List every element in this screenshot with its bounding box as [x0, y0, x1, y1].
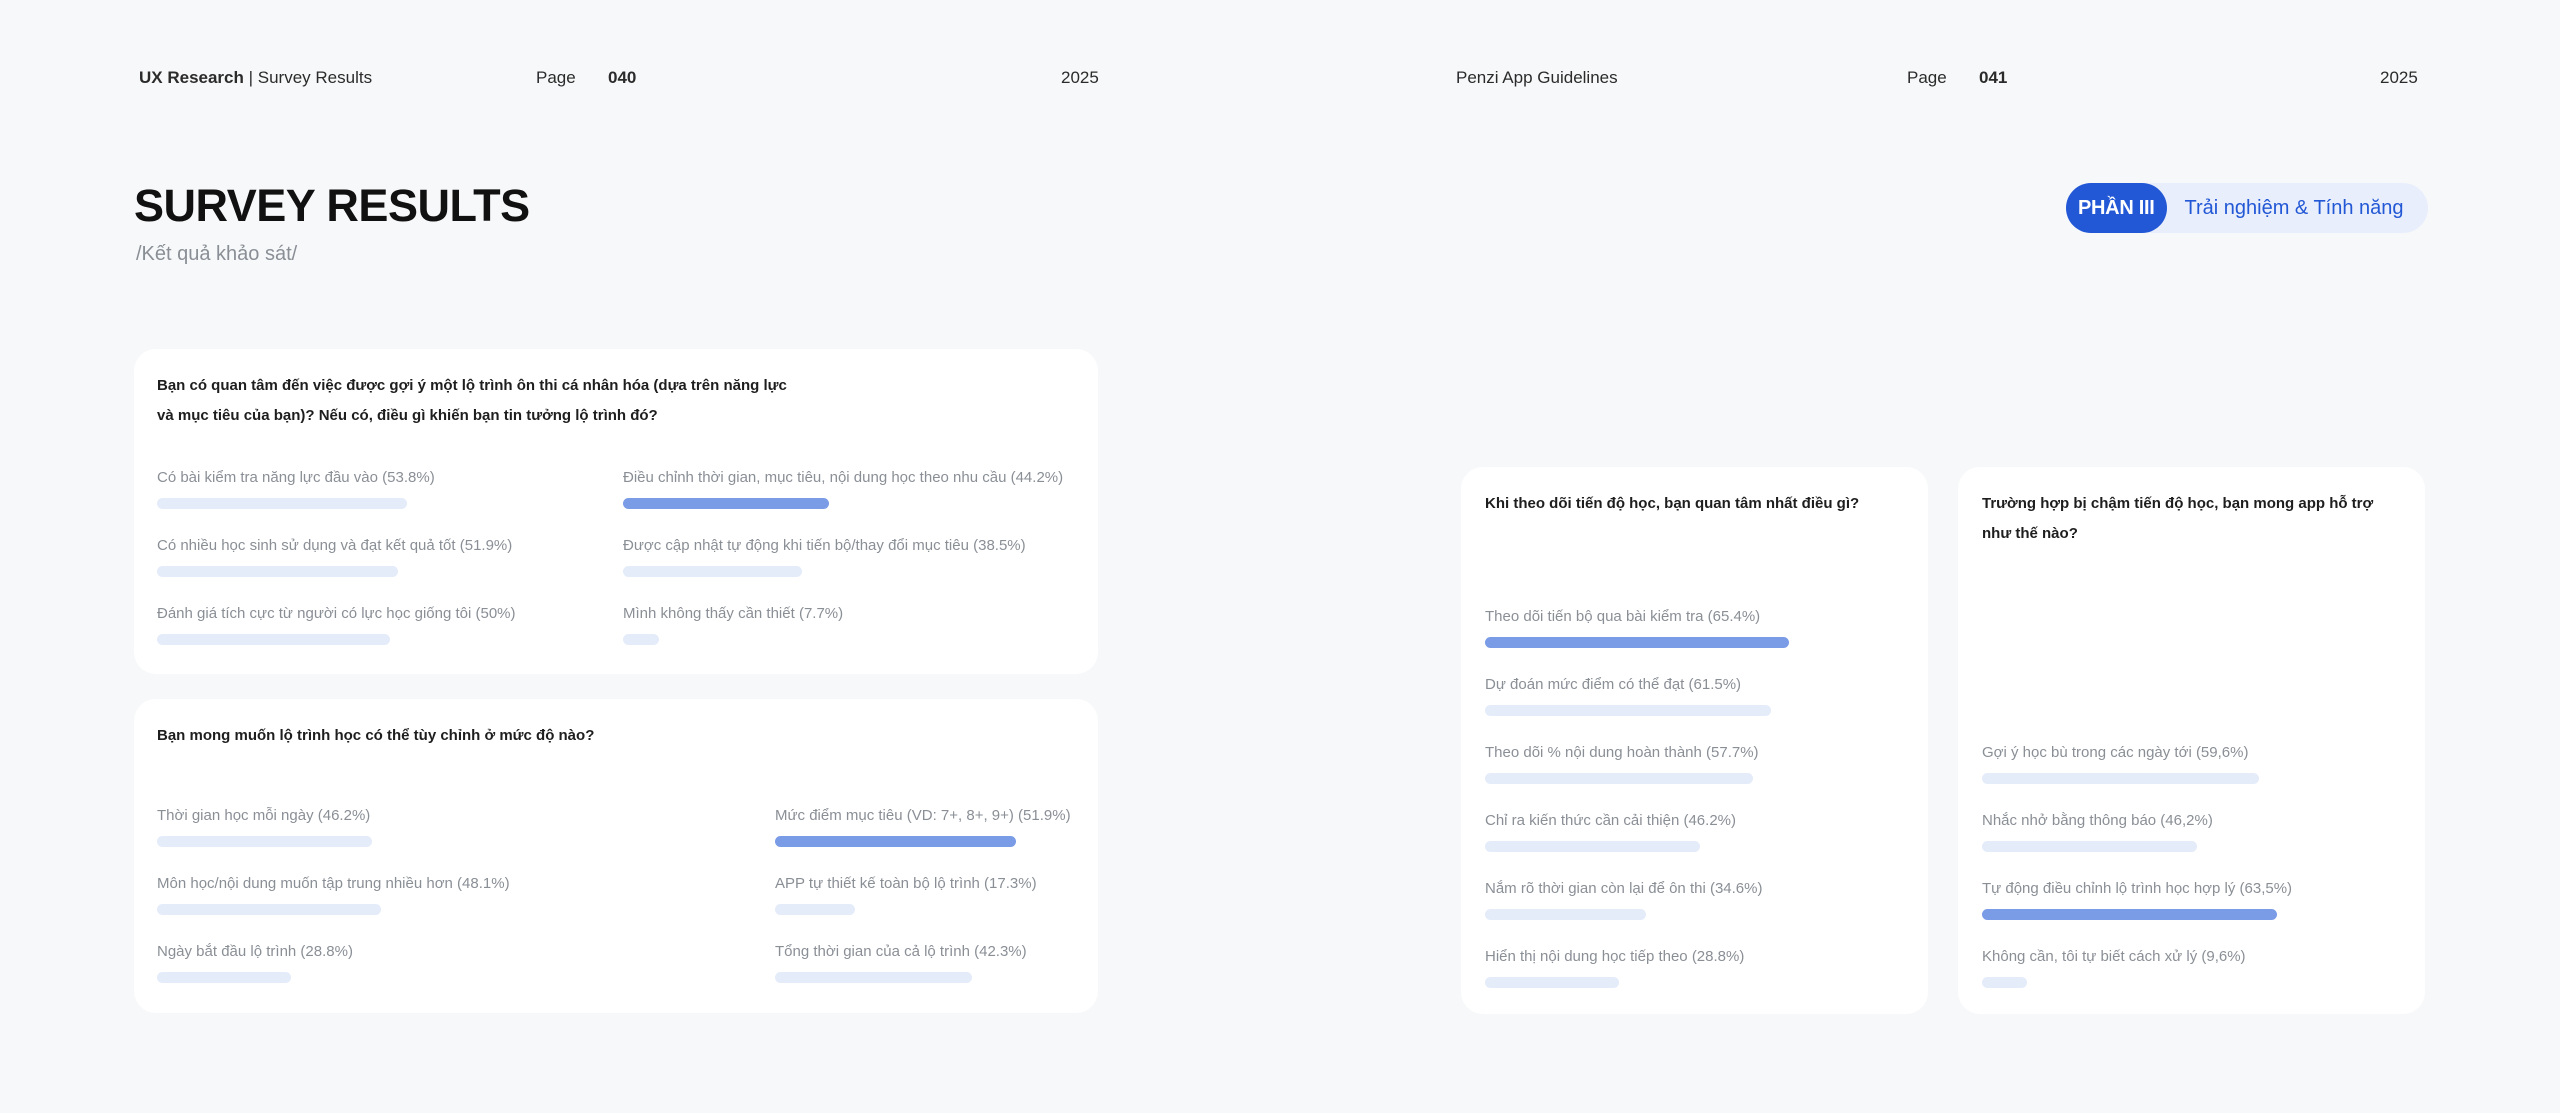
percent-bar [623, 498, 829, 509]
right-year: 2025 [2380, 68, 2418, 87]
percent-bar [1982, 977, 2027, 988]
question: Khi theo dõi tiến độ học, bạn quan tâm n… [1485, 495, 1860, 512]
percent-bar [1485, 977, 1619, 988]
page-subtitle: /Kết quả khảo sát/ [136, 243, 298, 265]
option-label: Môn học/nội dung muốn tập trung nhiều hơ… [157, 875, 510, 892]
option-label: Thời gian học mỗi ngày (46.2%) [157, 807, 371, 824]
percent-bar [157, 634, 390, 645]
answer-option: Thời gian học mỗi ngày (46.2%) [157, 807, 372, 847]
question: Trường hợp bị chậm tiến độ học, bạn mong… [1982, 489, 2373, 549]
percent-bar [1485, 909, 1646, 920]
option-label: Dự đoán mức điểm có thể đạt (61.5%) [1485, 676, 1742, 693]
percent-bar [623, 634, 659, 645]
answer-option: Môn học/nội dung muốn tập trung nhiều hơ… [157, 875, 510, 915]
left-header-section: Survey Results [257, 68, 373, 87]
answer-option: Được cập nhật tự động khi tiến bộ/thay đ… [623, 537, 1026, 577]
percent-bar [157, 566, 398, 577]
answer-option: APP tự thiết kế toàn bộ lộ trình (17.3%) [775, 875, 1037, 915]
percent-bar [157, 836, 372, 847]
option-label: Theo dõi tiến bộ qua bài kiểm tra (65.4%… [1485, 608, 1761, 625]
survey-card-delay-support: Trường hợp bị chậm tiến độ học, bạn mong… [1958, 467, 2425, 1014]
right-header-title: Penzi App Guidelines [1456, 68, 1618, 87]
option-label: APP tự thiết kế toàn bộ lộ trình (17.3%) [775, 875, 1037, 892]
percent-bar [157, 972, 291, 983]
percent-bar [1982, 909, 2277, 920]
answer-option: Đánh giá tích cực từ người có lực học gi… [157, 605, 516, 645]
option-label: Ngày bắt đầu lộ trình (28.8%) [157, 943, 353, 960]
answer-option: Ngày bắt đầu lộ trình (28.8%) [157, 943, 353, 983]
question: Bạn có quan tâm đến việc được gợi ý một … [157, 371, 787, 431]
percent-bar [1982, 773, 2259, 784]
survey-card-customization-level: Bạn mong muốn lộ trình học có thể tùy ch… [134, 699, 1098, 1013]
phase-number: PHẦN III [2066, 183, 2167, 233]
option-label: Tự động điều chỉnh lộ trình học hợp lý (… [1982, 880, 2293, 897]
answer-option: Điều chỉnh thời gian, mục tiêu, nội dung… [623, 469, 1063, 509]
percent-bar [623, 566, 802, 577]
question: Bạn mong muốn lộ trình học có thể tùy ch… [157, 727, 595, 744]
option-label: Theo dõi % nội dung hoàn thành (57.7%) [1485, 744, 1759, 761]
left-header-brand-name: UX Research [139, 68, 244, 87]
option-label: Mình không thấy cần thiết (7.7%) [623, 605, 844, 622]
answer-option: Nắm rõ thời gian còn lại để ôn thi (34.6… [1485, 880, 1762, 920]
answer-option: Có nhiều học sinh sử dụng và đạt kết quả… [157, 537, 512, 577]
left-year: 2025 [1061, 68, 1099, 87]
percent-bar [1485, 841, 1700, 852]
percent-bar [1485, 773, 1753, 784]
option-label: Có bài kiểm tra năng lực đầu vào (53.8%) [157, 469, 435, 486]
right-page-label: Page [1907, 68, 1947, 87]
answer-option: Tự động điều chỉnh lộ trình học hợp lý (… [1982, 880, 2292, 920]
answer-option: Theo dõi tiến bộ qua bài kiểm tra (65.4%… [1485, 608, 1789, 648]
phase-badge: PHẦN III Trải nghiệm & Tính năng [2066, 183, 2428, 233]
answer-option: Có bài kiểm tra năng lực đầu vào (53.8%) [157, 469, 435, 509]
option-label: Hiển thị nội dung học tiếp theo (28.8%) [1485, 948, 1745, 965]
answer-option: Chỉ ra kiến thức cần cải thiện (46.2%) [1485, 812, 1736, 852]
phase-label: Trải nghiệm & Tính năng [2184, 196, 2404, 219]
answer-option: Nhắc nhở bằng thông báo (46,2%) [1982, 812, 2213, 852]
answer-option: Mình không thấy cần thiết (7.7%) [623, 605, 843, 645]
option-label: Được cập nhật tự động khi tiến bộ/thay đ… [623, 537, 1026, 554]
option-label: Nhắc nhở bằng thông báo (46,2%) [1982, 812, 2213, 829]
percent-bar [775, 836, 1016, 847]
right-page-number: 041 [1979, 68, 2008, 87]
answer-option: Hiển thị nội dung học tiếp theo (28.8%) [1485, 948, 1744, 988]
survey-card-progress-tracking: Khi theo dõi tiến độ học, bạn quan tâm n… [1461, 467, 1928, 1014]
option-label: Tổng thời gian của cả lộ trình (42.3%) [775, 943, 1027, 960]
percent-bar [775, 904, 855, 915]
answer-option: Theo dõi % nội dung hoàn thành (57.7%) [1485, 744, 1759, 784]
question-line-2: như thế nào? [1982, 525, 2078, 542]
answer-option: Gợi ý học bù trong các ngày tới (59,6%) [1982, 744, 2259, 784]
left-header-brand: UX Research | Survey Results [139, 68, 373, 87]
answer-option: Mức điểm mục tiêu (VD: 7+, 8+, 9+) (51.9… [775, 807, 1071, 847]
option-label: Gợi ý học bù trong các ngày tới (59,6%) [1982, 744, 2249, 761]
option-label: Điều chỉnh thời gian, mục tiêu, nội dung… [623, 469, 1064, 486]
percent-bar [775, 972, 972, 983]
option-label: Chỉ ra kiến thức cần cải thiện (46.2%) [1485, 812, 1736, 829]
question-line-2: và mục tiêu của bạn)? Nếu có, điều gì kh… [157, 407, 658, 424]
question-line-1: Trường hợp bị chậm tiến độ học, bạn mong… [1982, 495, 2374, 512]
option-label: Đánh giá tích cực từ người có lực học gi… [157, 605, 516, 622]
percent-bar [1982, 841, 2197, 852]
option-label: Có nhiều học sinh sử dụng và đạt kết quả… [157, 537, 513, 554]
option-label: Nắm rõ thời gian còn lại để ôn thi (34.6… [1485, 880, 1763, 897]
left-page-label: Page [536, 68, 576, 87]
percent-bar [157, 904, 381, 915]
percent-bar [1485, 637, 1789, 648]
left-page-number: 040 [608, 68, 637, 87]
percent-bar [1485, 705, 1771, 716]
answer-option: Dự đoán mức điểm có thể đạt (61.5%) [1485, 676, 1771, 716]
page-title: SURVEY RESULTS [134, 180, 530, 231]
option-label: Mức điểm mục tiêu (VD: 7+, 8+, 9+) (51.9… [775, 807, 1071, 824]
answer-option: Không cần, tôi tự biết cách xử lý (9,6%) [1982, 948, 2246, 988]
percent-bar [157, 498, 407, 509]
survey-card-personalized-path: Bạn có quan tâm đến việc được gợi ý một … [134, 349, 1098, 674]
option-label: Không cần, tôi tự biết cách xử lý (9,6%) [1982, 948, 2246, 965]
answer-option: Tổng thời gian của cả lộ trình (42.3%) [775, 943, 1027, 983]
question-line-1: Bạn có quan tâm đến việc được gợi ý một … [157, 377, 787, 394]
